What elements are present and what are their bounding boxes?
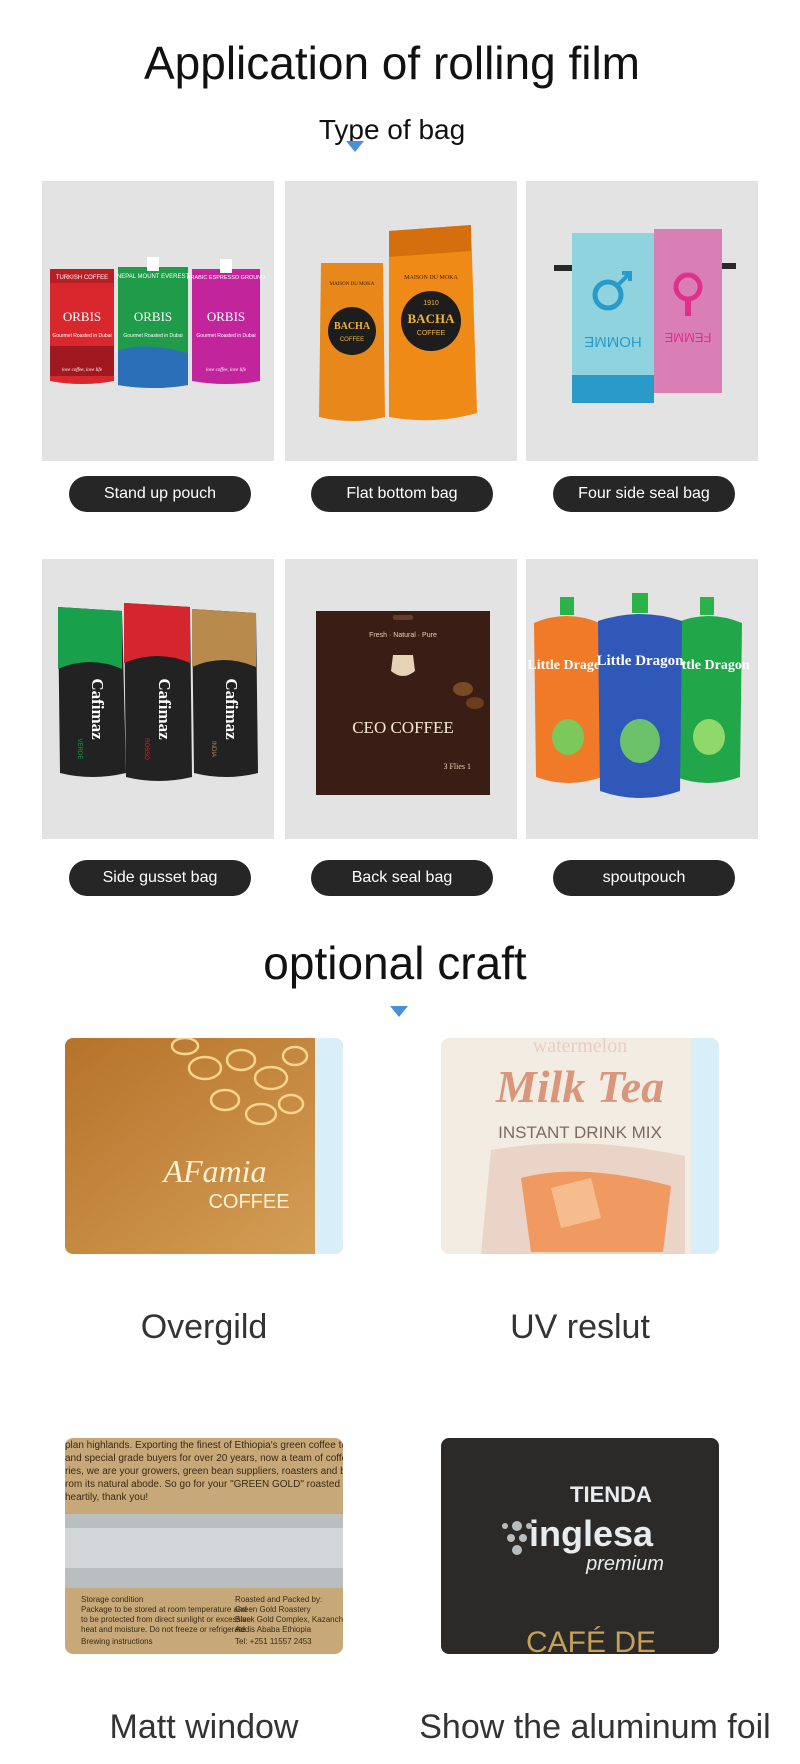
triangle-marker-icon (390, 1006, 408, 1017)
pouch-green-brand: ORBIS (134, 309, 172, 324)
matt-text-line-1: plan highlands. Exporting the finest of … (65, 1440, 343, 1451)
spout-blue: Little Dragon (596, 593, 684, 798)
foil-art-sub: premium (585, 1553, 664, 1575)
bag-homme-label: HOMME (584, 333, 642, 350)
pouch-red-variant: TURKISH COFFEE (56, 275, 108, 281)
gusset-green-brand: Cafimaz (88, 678, 107, 740)
gusset-red-brand: Cafimaz (155, 678, 174, 740)
craft-section-title: optional craft (263, 937, 527, 989)
pouch-red: TURKISH COFFEE ORBIS Gourmet Roasted in … (50, 269, 114, 384)
pouch-magenta-tagline: Gourmet Roasted in Dubai (196, 333, 255, 339)
spout-orange: Little Dragon (527, 597, 609, 783)
bag-femme-label: FEMME (664, 330, 711, 345)
pouch-magenta: ARABIC ESPRESSO GROUND ORBIS Gourmet Roa… (187, 259, 265, 384)
ceo-note: 3 Flies 1 (443, 762, 471, 771)
bag-small-brand: BACHA (334, 321, 371, 332)
matt-text-line-3: ries, we are your growers, green bean su… (65, 1466, 343, 1477)
bag-small-sub: COFFEE (340, 337, 364, 343)
pouch-red-tagline: Gourmet Roasted in Dubai (52, 333, 111, 339)
matt-br-5: Tel: +251 11557 2453 (235, 1637, 312, 1646)
matt-bl-2: Package to be stored at room temperature… (81, 1605, 247, 1614)
pouch-green-tagline: Gourmet Roasted in Dubai (123, 333, 182, 339)
bag-type-label-flat-bottom: Flat bottom bag (311, 476, 493, 512)
matt-bl-3: to be protected from direct sunlight or … (81, 1615, 251, 1624)
matt-br-2: Green Gold Roastery (235, 1605, 311, 1614)
bag-type-label-back-seal: Back seal bag (311, 860, 493, 896)
gusset-red-variant: ROSSO (143, 738, 149, 760)
craft-label-uv: UV reslut (510, 1308, 650, 1346)
foil-art-top: TIENDA (570, 1482, 652, 1507)
uv-art-brand: Milk Tea (495, 1061, 664, 1112)
pouch-red-brand: ORBIS (63, 309, 101, 324)
ceo-tagline: Fresh · Natural · Pure (369, 632, 437, 639)
gusset-gold-variant: INDIA (210, 741, 216, 757)
bag-type-label-stand-up: Stand up pouch (69, 476, 251, 512)
matt-window-image: plan highlands. Exporting the finest of … (65, 1438, 343, 1654)
spout-blue-brand: Little Dragon (596, 653, 684, 669)
flat-bottom-bag-image: BACHA COFFEE MAISON DU MOKA 1910 BACHA C… (285, 181, 517, 461)
overgild-art-sub: COFFEE (208, 1191, 289, 1213)
bag-large-brand: BACHA (408, 311, 456, 326)
section-subtitle: Type of bag (318, 114, 466, 145)
pouch-red-script: love coffee, love life (62, 368, 103, 373)
gusset-green-variant: VERDE (76, 739, 82, 760)
matt-text-line-5: heartily, thank you! (65, 1492, 148, 1503)
back-seal-bag-image: Fresh · Natural · Pure CEO COFFEE 3 Flie… (285, 559, 517, 839)
matt-text-line-4: rom its natural abode. So go for your "G… (65, 1479, 343, 1490)
stand-up-pouch-image: TURKISH COFFEE ORBIS Gourmet Roasted in … (42, 181, 274, 461)
matt-br-3: Black Gold Complex, Kazanchis (235, 1615, 343, 1624)
craft-label-matt-window: Matt window (109, 1708, 299, 1746)
pouch-green-variant: NEPAL MOUNT EVEREST (117, 274, 190, 280)
bag-homme: HOMME (554, 233, 654, 403)
uv-result-image: watermelon Milk Tea INSTANT DRINK MIX (441, 1038, 719, 1254)
overgild-art-brand: AFamia (161, 1153, 266, 1189)
matt-bl-1: Storage condition (81, 1595, 143, 1604)
bag-femme: FEMME (654, 229, 736, 393)
bag-large-sub: COFFEE (417, 330, 446, 337)
foil-art-main: inglesa (529, 1513, 654, 1554)
bag-large-top: MAISON DU MOKA (404, 275, 458, 281)
four-side-seal-bag-image: FEMME HOMME (526, 181, 758, 461)
craft-label-overgild: Overgild (140, 1308, 268, 1346)
spout-pouch-image: Little Dragon Little Dragon Little Drago… (526, 559, 758, 839)
uv-art-top: watermelon (533, 1038, 627, 1057)
bag-large-year: 1910 (423, 300, 439, 307)
pouch-magenta-script: love coffee, love life (206, 368, 247, 373)
matt-bl-4: heat and moisture. Do not freeze or refr… (81, 1625, 246, 1634)
page: Application of rolling film Type of bag … (0, 0, 800, 1764)
bag-type-label-spout-pouch: spoutpouch (553, 860, 735, 896)
bag-type-label-four-side: Four side seal bag (553, 476, 735, 512)
aluminum-foil-image: TIENDA inglesa premium CAFÉ DE (441, 1438, 719, 1654)
page-title: Application of rolling film (143, 37, 640, 89)
pouch-magenta-variant: ARABIC ESPRESSO GROUND (187, 275, 265, 281)
gusset-red: Cafimaz ROSSO (124, 603, 192, 781)
bag-small-top: MAISON DU MOKA (330, 282, 375, 287)
ceo-brand: CEO COFFEE (352, 718, 454, 737)
side-gusset-bag-image: Cafimaz VERDE Cafimaz ROSSO Cafimaz INDI… (42, 559, 274, 839)
foil-art-bottom: CAFÉ DE (526, 1626, 656, 1654)
bag-small: BACHA COFFEE MAISON DU MOKA (319, 263, 385, 421)
craft-label-aluminum-foil: Show the aluminum foil (419, 1708, 771, 1746)
triangle-marker-icon (346, 141, 364, 152)
matt-br-4: Addis Ababa Ethiopia (235, 1625, 312, 1634)
pouch-magenta-brand: ORBIS (207, 309, 245, 324)
gusset-green: Cafimaz VERDE (58, 607, 126, 777)
overgild-image: AFamia COFFEE (65, 1038, 343, 1254)
bag-large: 1910 BACHA COFFEE MAISON DU MOKA (389, 225, 477, 421)
matt-br-1: Roasted and Packed by: (235, 1595, 322, 1604)
bag-type-label-side-gusset: Side gusset bag (69, 860, 251, 896)
gusset-gold: Cafimaz INDIA (192, 609, 258, 777)
pouch-green: NEPAL MOUNT EVEREST ORBIS Gourmet Roaste… (117, 257, 190, 388)
gusset-gold-brand: Cafimaz (222, 678, 241, 740)
uv-art-sub: INSTANT DRINK MIX (498, 1123, 662, 1142)
matt-bl-5: Brewing instructions (81, 1637, 153, 1646)
matt-text-line-2: and special grade buyers for over 20 yea… (65, 1453, 343, 1464)
